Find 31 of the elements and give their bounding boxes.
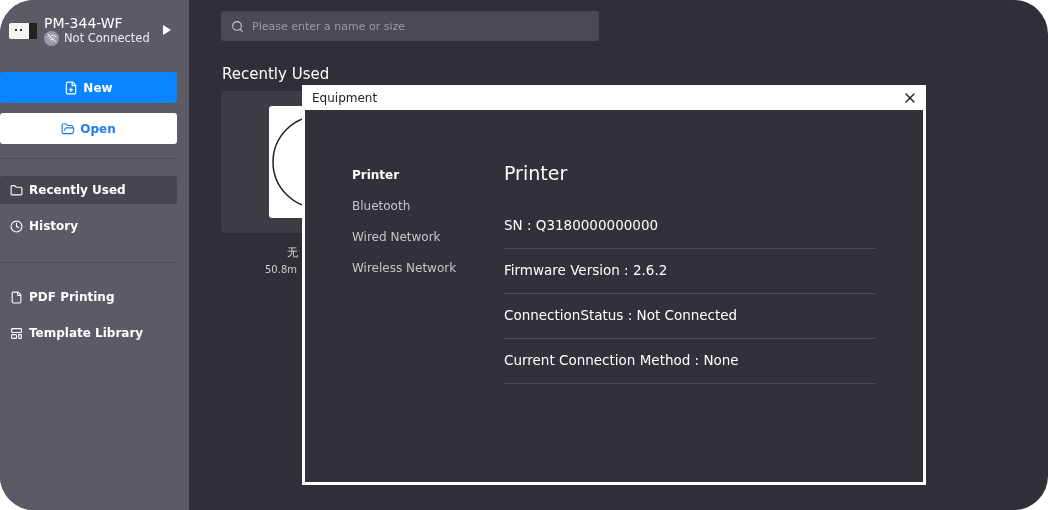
nav-item[interactable]: Template Library	[0, 319, 177, 347]
panel-heading: Printer	[504, 162, 569, 184]
info-row: Firmware Version : 2.6.2	[504, 249, 876, 294]
dialog-tab[interactable]: Printer	[352, 168, 504, 182]
template-name: 无	[287, 245, 298, 260]
info-row: ConnectionStatus : Not Connected	[504, 294, 876, 339]
section-title: Recently Used	[222, 65, 331, 83]
dialog-tab[interactable]: Bluetooth	[352, 199, 504, 213]
dialog-tab[interactable]: Wired Network	[352, 230, 504, 244]
nav-item[interactable]: PDF Printing	[0, 283, 177, 311]
layout-icon	[10, 326, 23, 340]
device-name: PM-344-WF	[44, 14, 124, 31]
nav-item[interactable]: Recently Used	[0, 176, 177, 204]
open-button[interactable]: Open	[0, 113, 177, 144]
info-row: SN : Q3180000000000	[504, 204, 876, 249]
clock-icon	[10, 219, 23, 233]
template-size: 50.8m	[265, 264, 297, 275]
connection-status: Not Connected	[64, 31, 150, 45]
dialog-tab[interactable]: Wireless Network	[352, 261, 504, 275]
nav-item[interactable]: History	[0, 212, 177, 240]
folder-icon	[61, 121, 76, 136]
folder-icon	[10, 183, 23, 197]
file-icon	[10, 290, 23, 304]
search-field[interactable]: Please enter a name or size	[221, 11, 599, 41]
search-icon	[231, 19, 244, 33]
info-row: Current Connection Method : None	[504, 339, 876, 384]
search-input[interactable]: Please enter a name or size	[250, 18, 599, 34]
expand-arrow-icon[interactable]	[163, 25, 171, 35]
dialog-title: Equipment	[312, 90, 378, 105]
file-plus-icon	[64, 80, 79, 95]
new-button[interactable]: New	[0, 72, 177, 103]
